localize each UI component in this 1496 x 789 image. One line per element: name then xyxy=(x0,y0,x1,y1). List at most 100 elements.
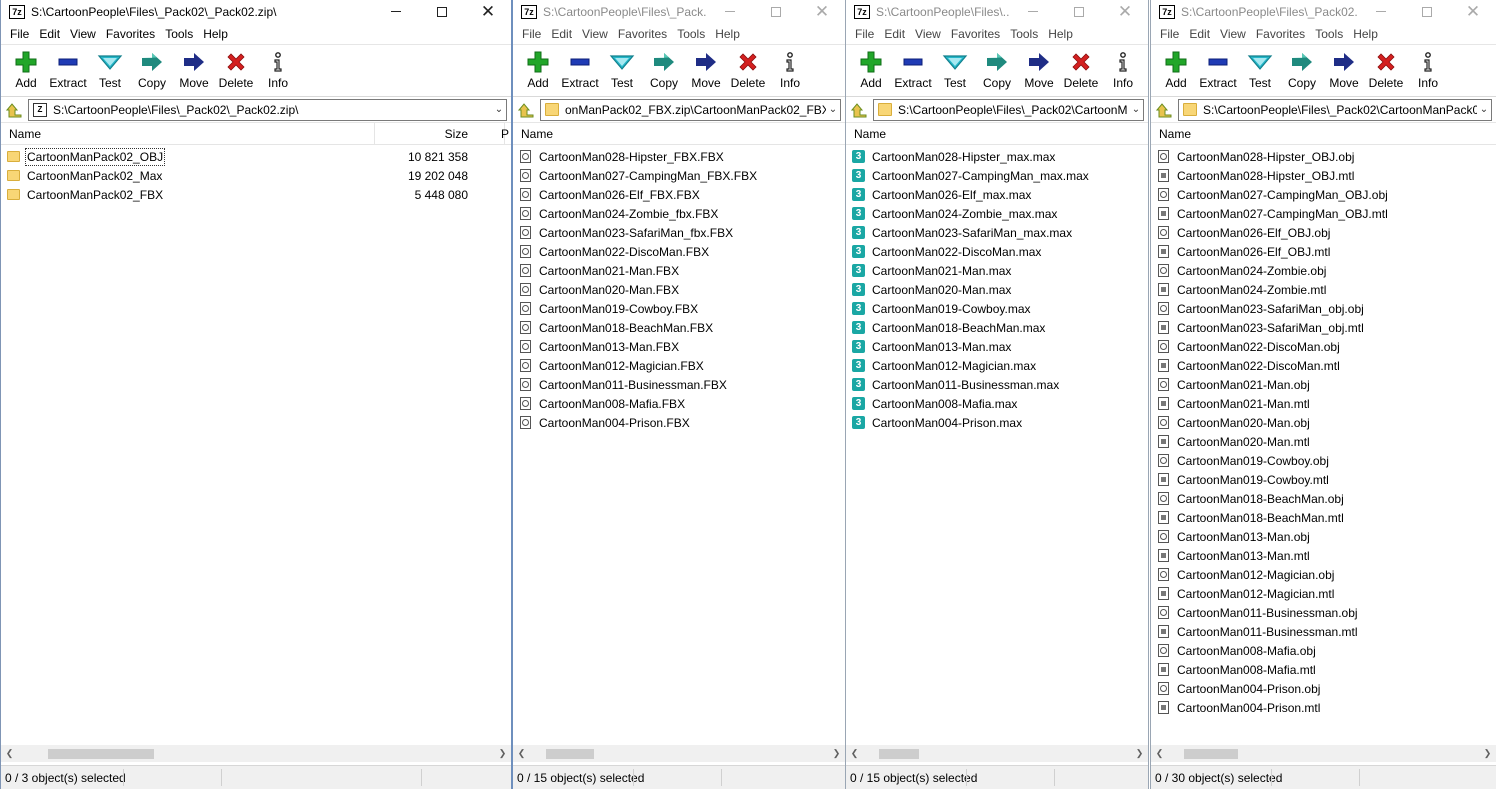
list-item[interactable]: CartoonMan020-Man.FBX xyxy=(513,280,845,299)
move-button[interactable]: Move xyxy=(685,49,727,91)
column-size[interactable]: Size xyxy=(445,127,468,141)
close-button[interactable]: ✕ xyxy=(465,0,511,23)
list-item[interactable]: CartoonManPack02_Max 19 202 048 xyxy=(1,166,511,185)
menu-edit[interactable]: Edit xyxy=(546,23,577,45)
list-item[interactable]: CartoonMan018-BeachMan.obj xyxy=(1151,489,1496,508)
list-item[interactable]: CartoonMan024-Zombie.obj xyxy=(1151,261,1496,280)
list-item[interactable]: CartoonMan028-Hipster_OBJ.obj xyxy=(1151,147,1496,166)
add-button[interactable]: Add xyxy=(5,49,47,91)
menu-help[interactable]: Help xyxy=(198,23,233,45)
delete-button[interactable]: Delete xyxy=(1365,49,1407,91)
chevron-down-icon[interactable]: ⌄ xyxy=(492,104,506,115)
list-item[interactable]: CartoonMan022-DiscoMan.FBX xyxy=(513,242,845,261)
list-item[interactable]: CartoonMan028-Hipster_OBJ.mtl xyxy=(1151,166,1496,185)
menu-help[interactable]: Help xyxy=(1348,23,1383,45)
list-item[interactable]: CartoonMan013-Man.FBX xyxy=(513,337,845,356)
list-item[interactable]: CartoonMan021-Man.obj xyxy=(1151,375,1496,394)
scroll-track[interactable] xyxy=(530,745,828,762)
scroll-left-icon[interactable]: ❮ xyxy=(846,745,863,762)
test-button[interactable]: Test xyxy=(934,49,976,91)
list-item[interactable]: 3 CartoonMan008-Mafia.max xyxy=(846,394,1148,413)
test-button[interactable]: Test xyxy=(1239,49,1281,91)
list-item[interactable]: 3 CartoonMan020-Man.max xyxy=(846,280,1148,299)
list-item[interactable]: 3 CartoonMan024-Zombie_max.max xyxy=(846,204,1148,223)
menu-tools[interactable]: Tools xyxy=(1310,23,1348,45)
title-bar[interactable]: 7z S:\CartoonPeople\Files\_Pack02... ✕ xyxy=(1151,0,1496,23)
menu-file[interactable]: File xyxy=(517,23,546,45)
list-item[interactable]: CartoonMan021-Man.mtl xyxy=(1151,394,1496,413)
list-item[interactable]: CartoonMan004-Prison.obj xyxy=(1151,679,1496,698)
maximize-button[interactable] xyxy=(419,0,465,23)
scroll-right-icon[interactable]: ❯ xyxy=(494,745,511,762)
up-folder-button[interactable] xyxy=(1155,100,1173,120)
close-button[interactable]: ✕ xyxy=(799,0,845,23)
list-item[interactable]: CartoonMan012-Magician.obj xyxy=(1151,565,1496,584)
list-item[interactable]: 3 CartoonMan022-DiscoMan.max xyxy=(846,242,1148,261)
list-item[interactable]: 3 CartoonMan026-Elf_max.max xyxy=(846,185,1148,204)
address-input[interactable]: Z S:\CartoonPeople\Files\_Pack02\_Pack02.… xyxy=(28,98,507,121)
menu-favorites[interactable]: Favorites xyxy=(613,23,672,45)
title-bar[interactable]: 7z S:\CartoonPeople\Files\_Pack... ✕ xyxy=(513,0,845,23)
scroll-left-icon[interactable]: ❮ xyxy=(513,745,530,762)
column-name[interactable]: Name xyxy=(846,127,1148,141)
copy-button[interactable]: Copy xyxy=(976,49,1018,91)
maximize-button[interactable] xyxy=(1404,0,1450,23)
move-button[interactable]: Move xyxy=(1018,49,1060,91)
menu-favorites[interactable]: Favorites xyxy=(101,23,160,45)
menu-file[interactable]: File xyxy=(1155,23,1184,45)
list-item[interactable]: CartoonMan004-Prison.FBX xyxy=(513,413,845,432)
menu-edit[interactable]: Edit xyxy=(34,23,65,45)
address-input[interactable]: S:\CartoonPeople\Files\_Pack02\CartoonM ⌄ xyxy=(873,98,1144,121)
list-item[interactable]: CartoonMan019-Cowboy.mtl xyxy=(1151,470,1496,489)
title-bar[interactable]: 7z S:\CartoonPeople\Files\_Pack02\_Pack02… xyxy=(1,0,511,23)
menu-help[interactable]: Help xyxy=(710,23,745,45)
menu-view[interactable]: View xyxy=(910,23,946,45)
list-item[interactable]: 3 CartoonMan023-SafariMan_max.max xyxy=(846,223,1148,242)
maximize-button[interactable] xyxy=(1056,0,1102,23)
copy-button[interactable]: Copy xyxy=(1281,49,1323,91)
add-button[interactable]: Add xyxy=(850,49,892,91)
list-item[interactable]: CartoonMan008-Mafia.obj xyxy=(1151,641,1496,660)
list-item[interactable]: CartoonMan023-SafariMan_obj.mtl xyxy=(1151,318,1496,337)
copy-button[interactable]: Copy xyxy=(643,49,685,91)
list-item[interactable]: 3 CartoonMan011-Businessman.max xyxy=(846,375,1148,394)
list-item[interactable]: CartoonMan011-Businessman.mtl xyxy=(1151,622,1496,641)
add-button[interactable]: Add xyxy=(517,49,559,91)
list-item[interactable]: CartoonMan018-BeachMan.mtl xyxy=(1151,508,1496,527)
list-item[interactable]: CartoonMan012-Magician.FBX xyxy=(513,356,845,375)
close-button[interactable]: ✕ xyxy=(1450,0,1496,23)
list-item[interactable]: CartoonMan023-SafariMan_obj.obj xyxy=(1151,299,1496,318)
menu-view[interactable]: View xyxy=(1215,23,1251,45)
list-item[interactable]: 3 CartoonMan019-Cowboy.max xyxy=(846,299,1148,318)
list-item[interactable]: CartoonMan024-Zombie.mtl xyxy=(1151,280,1496,299)
menu-view[interactable]: View xyxy=(65,23,101,45)
list-item[interactable]: CartoonManPack02_FBX 5 448 080 xyxy=(1,185,511,204)
info-button[interactable]: Info xyxy=(1407,49,1449,91)
extract-button[interactable]: Extract xyxy=(559,49,601,91)
menu-help[interactable]: Help xyxy=(1043,23,1078,45)
list-item[interactable]: CartoonMan027-CampingMan_FBX.FBX xyxy=(513,166,845,185)
column-name[interactable]: Name xyxy=(1151,127,1496,141)
list-item[interactable]: CartoonMan008-Mafia.FBX xyxy=(513,394,845,413)
extract-button[interactable]: Extract xyxy=(892,49,934,91)
list-item[interactable]: CartoonMan022-DiscoMan.obj xyxy=(1151,337,1496,356)
info-button[interactable]: Info xyxy=(1102,49,1144,91)
scroll-thumb[interactable] xyxy=(546,749,594,759)
maximize-button[interactable] xyxy=(753,0,799,23)
list-item[interactable]: CartoonMan027-CampingMan_OBJ.mtl xyxy=(1151,204,1496,223)
list-item[interactable]: CartoonMan020-Man.obj xyxy=(1151,413,1496,432)
menu-edit[interactable]: Edit xyxy=(1184,23,1215,45)
extract-button[interactable]: Extract xyxy=(1197,49,1239,91)
minimize-button[interactable] xyxy=(1010,0,1056,23)
list-item[interactable]: CartoonMan012-Magician.mtl xyxy=(1151,584,1496,603)
delete-button[interactable]: Delete xyxy=(1060,49,1102,91)
horizontal-scrollbar[interactable]: ❮ ❯ xyxy=(1151,745,1496,762)
list-item[interactable]: CartoonMan026-Elf_OBJ.mtl xyxy=(1151,242,1496,261)
scroll-track[interactable] xyxy=(1168,745,1479,762)
horizontal-scrollbar[interactable]: ❮ ❯ xyxy=(513,745,845,762)
list-item[interactable]: CartoonMan011-Businessman.obj xyxy=(1151,603,1496,622)
menu-favorites[interactable]: Favorites xyxy=(946,23,1005,45)
list-item[interactable]: CartoonMan008-Mafia.mtl xyxy=(1151,660,1496,679)
list-item[interactable]: CartoonMan021-Man.FBX xyxy=(513,261,845,280)
scroll-track[interactable] xyxy=(18,745,494,762)
